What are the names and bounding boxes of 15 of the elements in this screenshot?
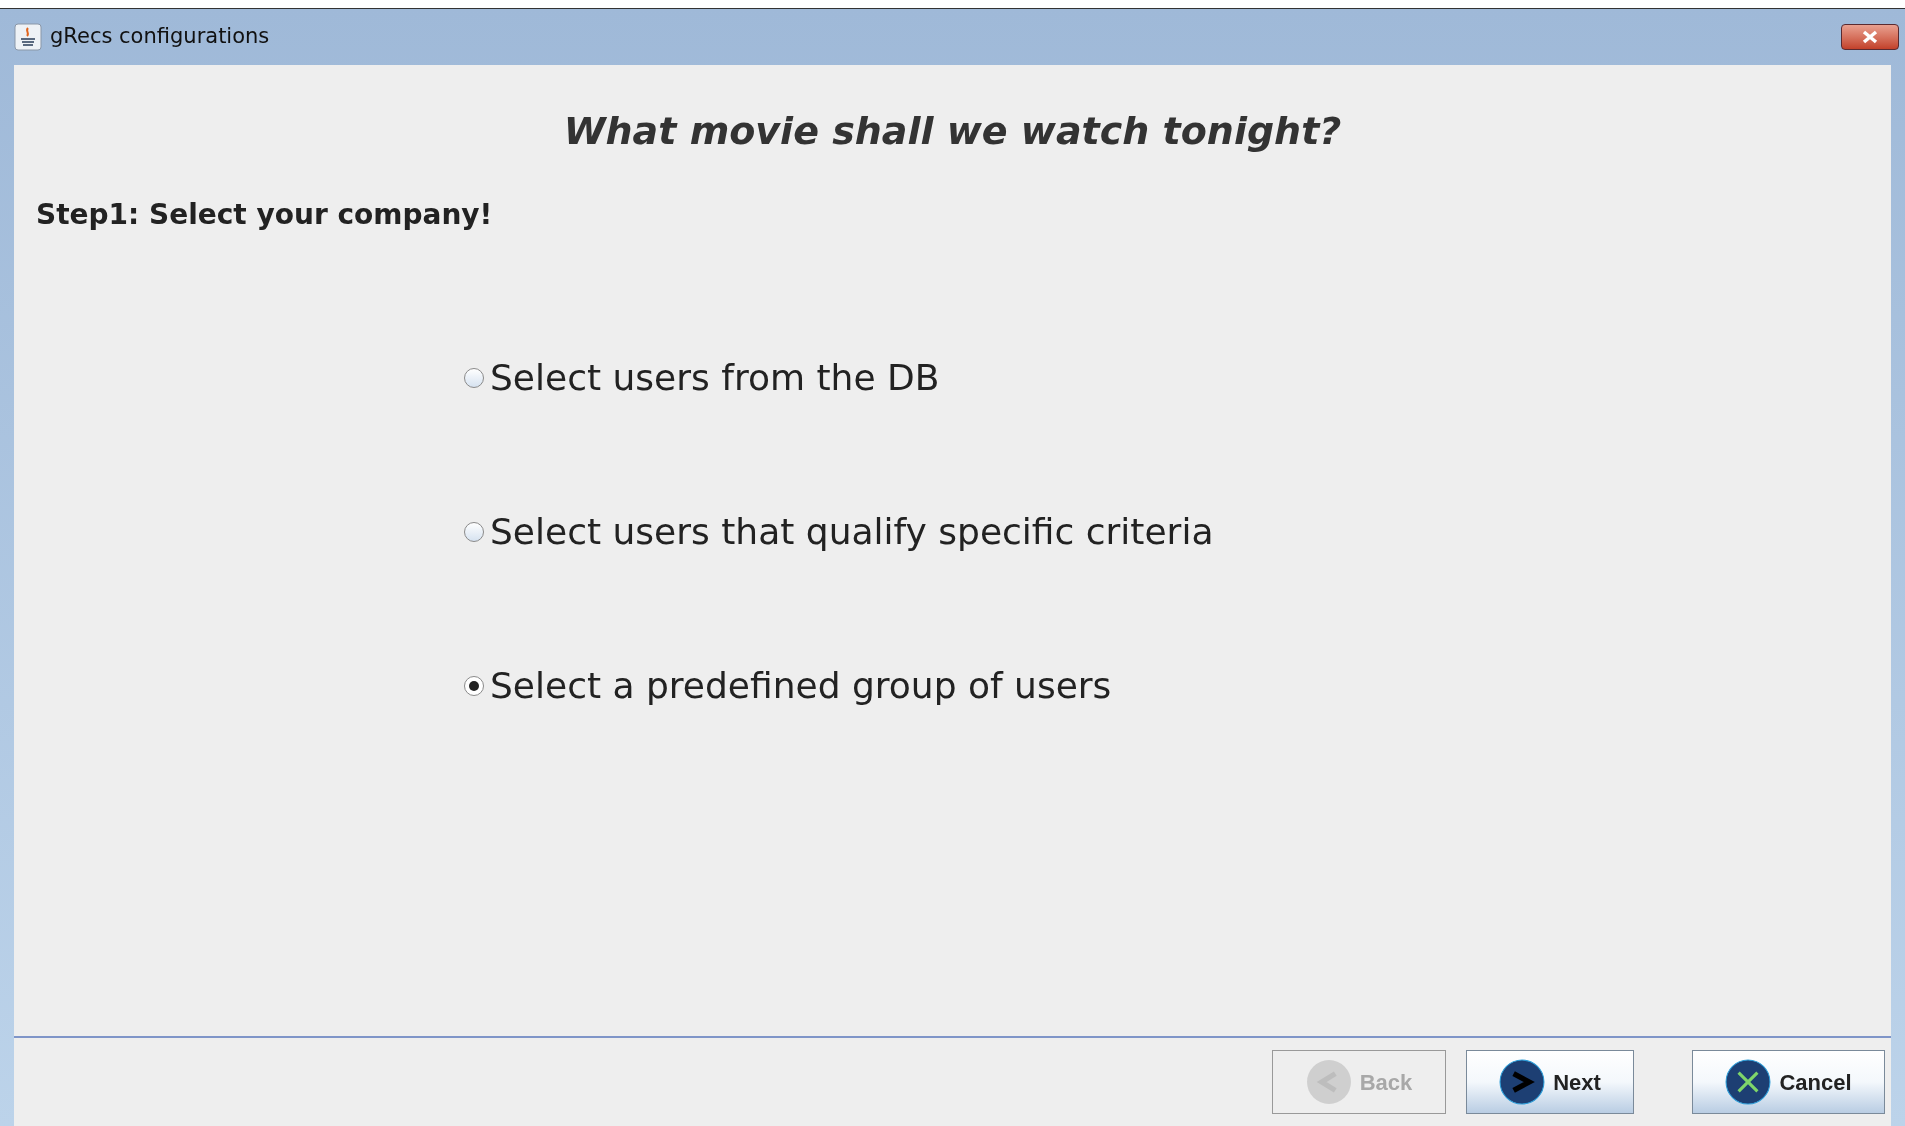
radio-option[interactable]: Select users from the DB xyxy=(464,351,1891,405)
radio-option[interactable]: Select users that qualify specific criteria xyxy=(464,505,1891,559)
radio-option[interactable]: Select a predefined group of users xyxy=(464,659,1891,713)
radio-button[interactable] xyxy=(464,368,484,388)
heading: What movie shall we watch tonight? xyxy=(563,108,1342,155)
close-icon xyxy=(1860,30,1880,44)
step-label: Step1: Select your company! xyxy=(36,198,493,231)
window-title: gRecs configurations xyxy=(50,23,270,51)
next-button[interactable]: Next xyxy=(1466,1050,1634,1114)
cancel-icon xyxy=(1725,1059,1772,1105)
app-icon xyxy=(14,23,42,51)
close-button[interactable] xyxy=(1841,24,1899,50)
radio-button[interactable] xyxy=(464,522,484,542)
radio-button[interactable] xyxy=(464,676,484,696)
cancel-button[interactable]: Cancel xyxy=(1692,1050,1885,1114)
